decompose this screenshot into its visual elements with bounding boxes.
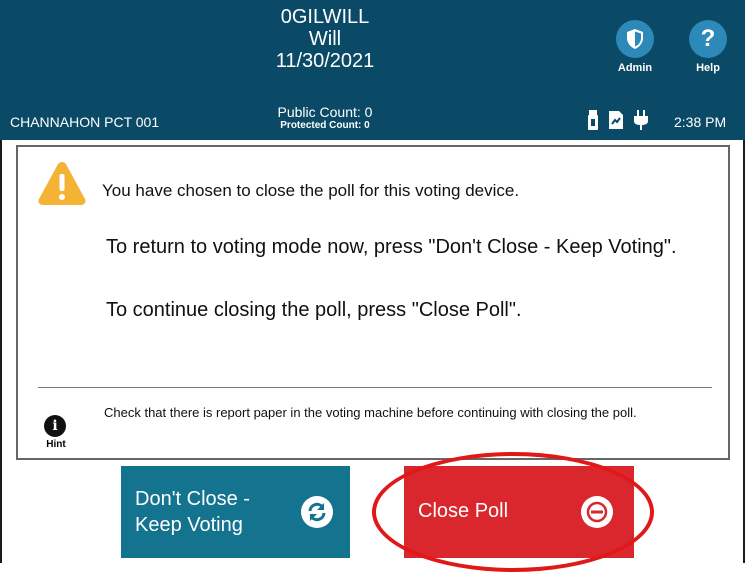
election-info: 0GILWILL Will 11/30/2021 (240, 6, 410, 72)
return-instruction: To return to voting mode now, press "Don… (106, 236, 677, 258)
close-poll-message: You have chosen to close the poll for th… (102, 181, 520, 200)
help-label: Help (696, 62, 720, 74)
minus-circle-icon (581, 496, 613, 528)
continue-instruction: To continue closing the poll, press "Clo… (106, 299, 522, 321)
close-poll-button[interactable]: Close Poll (404, 466, 634, 558)
status-icons (588, 110, 648, 135)
shield-icon (616, 20, 654, 58)
document-icon (608, 111, 624, 134)
keep-voting-label-line2: Keep Voting (135, 514, 243, 536)
keep-voting-label-line1: Don't Close - (135, 488, 250, 510)
hint: i Hint (44, 415, 68, 450)
protected-count: Protected Count: 0 (280, 120, 370, 131)
refresh-icon (301, 496, 333, 528)
clock-time: 2:38 PM (674, 114, 727, 130)
usb-icon (588, 110, 598, 135)
help-button[interactable]: ? Help (685, 20, 731, 74)
warning-icon (36, 159, 88, 212)
divider (38, 387, 712, 388)
admin-button[interactable]: Admin (612, 20, 658, 74)
keep-voting-button[interactable]: Don't Close - Keep Voting (121, 466, 350, 558)
county-name: Will (308, 28, 342, 50)
header-bar: 0GILWILL Will 11/30/2021 Admin ? Help CH… (0, 0, 745, 140)
election-code: 0GILWILL (280, 6, 370, 28)
hint-text: Check that there is report paper in the … (104, 405, 637, 420)
hint-label: Hint (46, 439, 66, 450)
admin-label: Admin (617, 62, 653, 74)
election-date: 11/30/2021 (275, 50, 375, 72)
close-poll-dialog: You have chosen to close the poll for th… (16, 145, 730, 460)
close-poll-label: Close Poll (418, 500, 509, 522)
keep-voting-label: Don't Close - Keep Voting (135, 486, 250, 538)
ballot-counts: Public Count: 0 Protected Count: 0 (250, 104, 400, 131)
public-count: Public Count: 0 (277, 104, 373, 120)
question-mark-icon: ? (689, 20, 727, 58)
precinct-name: CHANNAHON PCT 001 (10, 114, 160, 130)
power-plug-icon (634, 110, 648, 135)
info-icon: i (44, 415, 66, 437)
